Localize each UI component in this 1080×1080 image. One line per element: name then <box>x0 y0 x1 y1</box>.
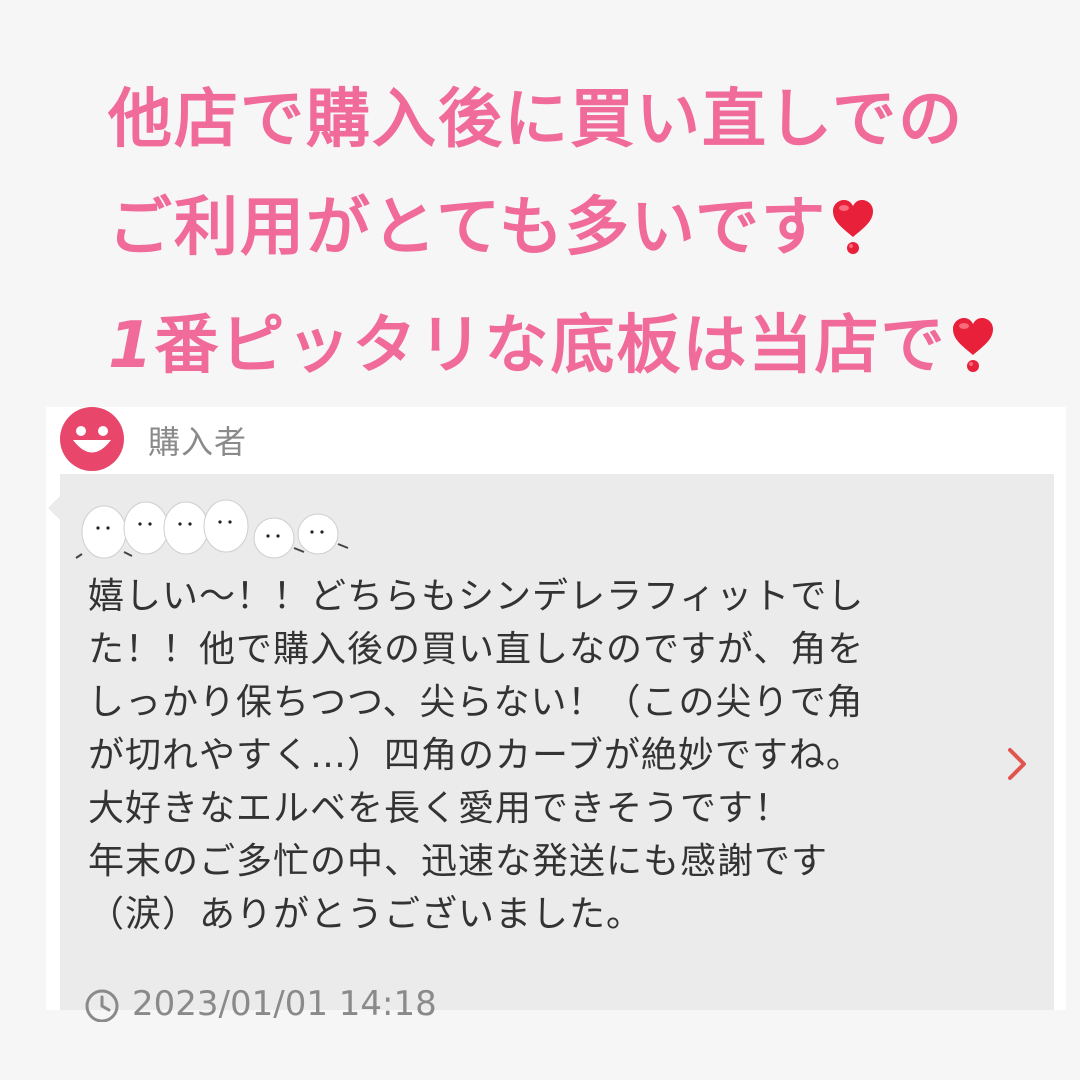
review-line: 大好きなエルベを長く愛用できそうです！ <box>88 788 792 829</box>
review-line: 嬉しい〜！！どちらもシンデレラフィットでし <box>88 576 865 617</box>
owl-stamps-icon <box>75 499 349 559</box>
review-line: が切れやすく…）四角のカーブが絶妙ですね。 <box>88 735 863 776</box>
headline-line-3: 1番ピッタリな底板は当店で <box>108 314 995 378</box>
heart-exclamation-icon <box>952 318 993 372</box>
review-line: しっかり保ちつつ、尖らない！（この尖りで角 <box>88 682 864 723</box>
review-card[interactable]: 購入者 嬉しい〜！！どちらもシンデレラフィットでし た！！他で購入後の買い直しな… <box>46 407 1066 1022</box>
clock-icon <box>85 989 119 1022</box>
review-date-row: 2023/01/01 14:18 <box>84 982 684 1022</box>
review-line: 年末のご多忙の中、迅速な発送にも感謝です <box>88 841 829 882</box>
review-bubble[interactable]: 嬉しい〜！！どちらもシンデレラフィットでし た！！他で購入後の買い直しなのですが… <box>48 474 1054 1022</box>
page: 他店で購入後に買い直しでの ご利用がとても多いです 1番ピッタリな底板は当店で … <box>0 0 1080 1080</box>
heart-exclamation-icon <box>832 200 873 254</box>
headline-line-1: 他店で購入後に買い直しでの <box>108 83 965 157</box>
buyer-label: 購入者 <box>148 423 248 461</box>
headline-line-2: ご利用がとても多いです <box>108 196 875 260</box>
review-line: （涙）ありがとうございました。 <box>88 894 644 935</box>
bubble-tail <box>48 494 62 522</box>
review-line: た！！他で購入後の買い直しなのですが、角を <box>88 629 865 670</box>
review-date: 2023/01/01 14:18 <box>132 984 437 1022</box>
chevron-right-icon[interactable] <box>1004 744 1030 784</box>
smiley-avatar-icon <box>60 407 124 471</box>
review-text: 嬉しい〜！！どちらもシンデレラフィットでし た！！他で購入後の買い直しなのですが… <box>88 570 968 941</box>
